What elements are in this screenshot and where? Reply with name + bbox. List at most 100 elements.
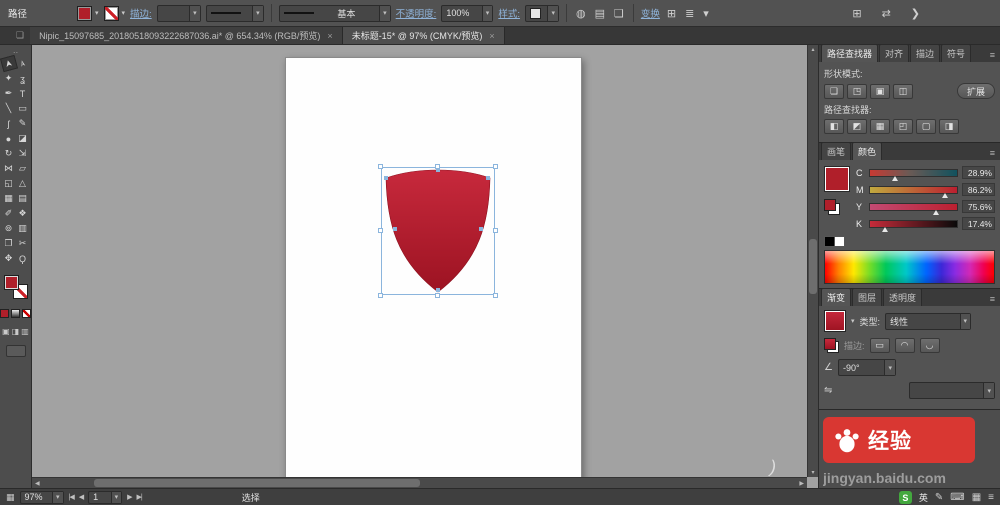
next-artboard-button[interactable]: ▶ [127,493,132,501]
dropdown-icon[interactable]: ▾ [189,5,200,21]
gradient-tool[interactable]: ▤ [16,191,30,206]
tab-stroke[interactable]: 描边 [910,44,941,62]
gradient-type-select[interactable]: 线性 ▾ [885,312,972,330]
transform-link[interactable]: 变换 [641,6,660,20]
type-tool[interactable]: T [16,86,30,101]
selection-handle[interactable] [378,228,383,233]
stroke-dropdown-icon[interactable]: ▾ [122,9,126,17]
gradient-angle-input[interactable]: -90° ▾ [837,359,896,376]
scroll-left-icon[interactable]: ◀ [35,480,40,487]
unite-button[interactable]: ❏ [824,83,844,99]
dropdown-icon[interactable]: ▾ [983,383,994,398]
selection-handle[interactable] [435,164,440,169]
cyan-slider[interactable] [869,168,958,181]
first-artboard-button[interactable]: |◀ [69,493,75,501]
color-button[interactable] [0,309,9,318]
crop-button[interactable]: ◰ [893,119,913,134]
workspace-grid-icon[interactable]: ⊞ [850,7,863,20]
stroke-across-button[interactable]: ◡ [919,338,940,353]
direct-selection-tool[interactable]: ➢ [13,55,31,72]
magic-wand-tool[interactable]: ✦ [2,71,16,86]
scroll-right-icon[interactable]: ▶ [799,480,804,487]
tab-align[interactable]: 对齐 [879,44,910,62]
shape-builder-tool[interactable]: ◱ [2,176,16,191]
vertical-scrollbar[interactable]: ▴ ▾ [807,45,818,477]
intersect-button[interactable]: ▣ [870,83,890,99]
dropdown-icon[interactable]: ▾ [52,491,63,503]
artboard-tool[interactable]: ❐ [2,236,16,251]
selection-handle[interactable] [435,293,440,298]
free-transform-tool[interactable]: ▱ [16,161,30,176]
document-setup-icon[interactable]: ◍ [574,7,588,20]
dropdown-icon[interactable]: ▾ [959,313,971,329]
gradient-button[interactable] [11,309,20,318]
artboard-select[interactable]: 1 ▾ [88,490,123,504]
ime-pen-icon[interactable]: ✎ [935,492,943,503]
collapse-panels-icon[interactable]: ❯ [909,7,922,20]
preferences-icon[interactable]: ▤ [593,7,607,20]
doc-tab-1[interactable]: Nipic_15097685_20180518093222687036.ai* … [30,27,343,44]
stroke-within-button[interactable]: ▭ [869,338,890,353]
distribute-icon[interactable]: ≣ [683,7,696,20]
exclude-button[interactable]: ◫ [893,83,913,99]
scroll-down-icon[interactable]: ▾ [811,469,814,476]
new-document-icon[interactable]: ❏ [612,7,626,20]
paintbrush-tool[interactable]: ʃ [2,116,16,131]
close-tab-icon[interactable]: × [489,31,494,41]
tab-pathfinder[interactable]: 路径查找器 [821,44,879,62]
rectangle-tool[interactable]: ▭ [16,101,30,116]
line-tool[interactable]: ╲ [2,101,16,116]
canvas[interactable]: ) ▴ ▾ ◀ ▶ [32,45,818,488]
pen-tool[interactable]: ✒ [2,86,16,101]
black-value[interactable]: 17.4% [962,217,995,230]
hand-tool[interactable]: ✥ [2,251,16,266]
divide-button[interactable]: ◧ [824,119,844,134]
status-grid-icon[interactable]: ▦ [6,492,15,503]
anchor-point[interactable] [384,176,388,180]
stroke-color-swatch[interactable] [103,5,119,21]
yellow-value[interactable]: 75.6% [962,200,995,213]
opacity-link[interactable]: 不透明度: [396,6,437,20]
slider-thumb[interactable] [892,175,899,181]
draw-behind-icon[interactable]: ◨ [12,327,20,336]
zoom-select[interactable]: 97% ▾ [19,490,64,504]
dropdown-icon[interactable]: ▾ [547,5,558,21]
width-tool[interactable]: ⋈ [2,161,16,176]
mini-fill-stroke[interactable] [824,199,840,215]
blob-brush-tool[interactable]: ● [2,131,16,146]
color-spectrum[interactable] [824,250,995,284]
width-profile-combo[interactable]: ▾ [205,4,264,22]
ime-keyboard-icon[interactable]: ⌨ [950,492,964,503]
rotate-tool[interactable]: ↻ [2,146,16,161]
ime-board-icon[interactable]: ▦ [972,492,981,503]
magenta-slider[interactable] [869,185,958,198]
magenta-value[interactable]: 86.2% [962,183,995,196]
dropdown-icon[interactable]: ▾ [379,5,390,21]
draw-inside-icon[interactable]: ▥ [21,327,29,336]
eraser-tool[interactable]: ◪ [16,131,30,146]
tab-color[interactable]: 颜色 [852,142,883,160]
stroke-weight-combo[interactable]: ▾ [156,4,201,22]
perspective-grid-tool[interactable]: △ [16,176,30,191]
none-button[interactable] [22,309,31,318]
align-icon[interactable]: ⊞ [665,7,678,20]
tab-layers[interactable]: 图层 [852,288,883,306]
yellow-slider[interactable] [869,202,958,215]
horizontal-scroll-thumb[interactable] [94,479,420,487]
horizontal-scrollbar[interactable]: ◀ ▶ [32,477,807,488]
artboard[interactable] [285,57,582,481]
minus-front-button[interactable]: ◳ [847,83,867,99]
close-tab-icon[interactable]: × [327,31,332,41]
dropdown-icon[interactable]: ▾ [252,5,263,21]
mesh-tool[interactable]: ▦ [2,191,16,206]
tab-brushes[interactable]: 画笔 [821,142,852,160]
style-link[interactable]: 样式: [498,6,520,20]
eyedropper-tool[interactable]: ✐ [2,206,16,221]
zoom-tool[interactable]: Ϙ [16,251,30,266]
selection-handle[interactable] [378,293,383,298]
dropdown-icon[interactable]: ▾ [481,5,493,21]
cyan-value[interactable]: 28.9% [962,166,995,179]
draw-normal-icon[interactable]: ▣ [2,327,10,336]
selection-handle[interactable] [493,164,498,169]
prev-artboard-button[interactable]: ◀ [79,493,84,501]
